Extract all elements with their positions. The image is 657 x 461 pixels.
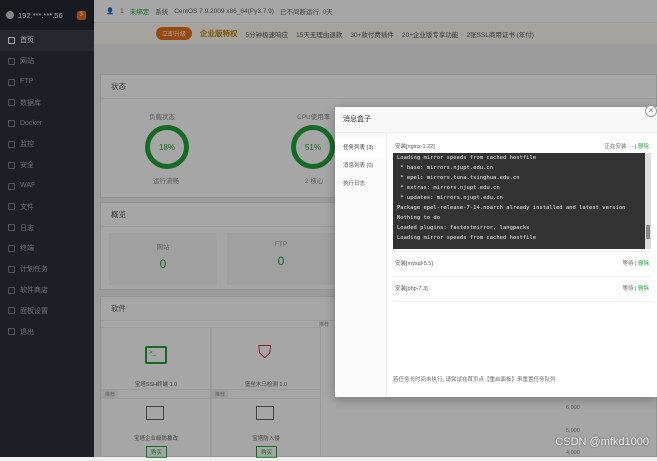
install-console[interactable]: Loading mirror speeds from cached hostfi… — [393, 153, 651, 249]
task-row: 安装[mysql-5.5] 等待 | 删除 — [395, 261, 649, 267]
console-line: Loading mirror speeds from cached hostfi… — [397, 155, 537, 161]
console-line: Loading mirror speeds from cached hostfi… — [397, 235, 537, 241]
dialog-body: 安装[nginx-1.22] 正在安装 ··· | 删除 Loading mir… — [393, 141, 651, 397]
footer-note: 若任务长时间未执行, 请尝试在首页点【重启面板】来重置任务队列 — [393, 377, 556, 383]
task-name: 安装[php-7.3] — [395, 286, 428, 292]
task-row: 安装[nginx-1.22] 正在安装 ··· | 删除 — [395, 144, 649, 150]
delete-link[interactable]: 删除 — [638, 286, 649, 292]
task-status: 等待 — [622, 261, 634, 267]
message-box-dialog: 消息盒子 × 任务列表 (3) 消息列表 (0) 执行日志 安装[nginx-1… — [335, 105, 657, 397]
console-line: Nothing to do — [397, 215, 441, 221]
task-name: 安装[mysql-5.5] — [395, 261, 433, 267]
task-status: 等待 — [622, 286, 634, 292]
dialog-title: 消息盒子 — [335, 107, 657, 133]
task-status: 正在安装 ··· — [604, 144, 636, 150]
delete-link[interactable]: 删除 — [638, 261, 649, 267]
task-row: 安装[php-7.3] 等待 | 删除 — [395, 286, 649, 292]
console-line: * updates: mirrors.njupt.edu.cn — [397, 195, 503, 201]
task-name: 安装[nginx-1.22] — [395, 144, 435, 150]
console-line: Loaded plugins: fastestmirror, langpacks — [397, 225, 530, 231]
console-line: * epel: mirrors.tuna.tsinghua.edu.cn — [397, 175, 520, 181]
tab-task-list[interactable]: 任务列表 (3) — [335, 139, 386, 157]
watermark: CSDN @mfkd1000 — [555, 436, 649, 448]
console-scrollbar[interactable] — [645, 153, 651, 249]
scrollbar-thumb[interactable] — [646, 225, 650, 239]
tab-exec-log[interactable]: 执行日志 — [335, 175, 386, 193]
console-line: * base: mirrors.njupt.edu.cn — [397, 165, 494, 171]
delete-link[interactable]: 删除 — [638, 144, 649, 150]
tab-message-list[interactable]: 消息列表 (0) — [335, 157, 386, 175]
dialog-nav: 任务列表 (3) 消息列表 (0) 执行日志 — [335, 133, 387, 397]
console-line: Package epel-release-7-14.noarch already… — [397, 205, 626, 211]
close-icon[interactable]: × — [645, 105, 657, 117]
console-line: * extras: mirrors.njupt.edu.cn — [397, 185, 500, 191]
